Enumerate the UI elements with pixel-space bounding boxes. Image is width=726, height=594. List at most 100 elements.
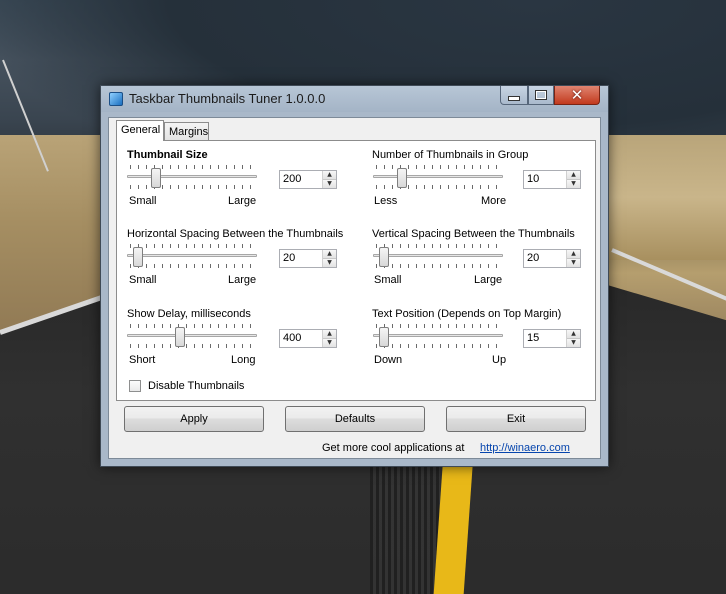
spin-down-icon[interactable]: ▼	[323, 259, 336, 267]
vertical-spacing-slider[interactable]	[373, 244, 503, 268]
thumbnail-size-slider[interactable]	[127, 165, 257, 189]
text-position-label: Text Position (Depends on Top Margin)	[372, 308, 562, 320]
slider-thumb[interactable]	[379, 327, 389, 347]
vertical-spacing-label: Vertical Spacing Between the Thumbnails	[372, 228, 575, 240]
spin-up-icon[interactable]: ▲	[323, 250, 336, 259]
spin-down-icon[interactable]: ▼	[323, 339, 336, 347]
thumbnails-in-group-slider[interactable]	[373, 165, 503, 189]
apply-button[interactable]: Apply	[124, 406, 264, 432]
show-delay-max-label: Long	[231, 354, 256, 366]
show-delay-spinbox[interactable]: 400 ▲ ▼	[279, 329, 337, 348]
vertical-spacing-min-label: Small	[374, 274, 402, 286]
slider-thumb[interactable]	[397, 168, 407, 188]
horizontal-spacing-min-label: Small	[129, 274, 157, 286]
slider-track	[127, 175, 257, 178]
thumbnails-in-group-label: Number of Thumbnails in Group	[372, 149, 529, 161]
text-position-value[interactable]: 15	[527, 332, 539, 344]
slider-track	[373, 175, 503, 178]
horizontal-spacing-spinbox[interactable]: 20 ▲ ▼	[279, 249, 337, 268]
horizontal-spacing-slider[interactable]	[127, 244, 257, 268]
thumbnails-in-group-value[interactable]: 10	[527, 173, 539, 185]
spin-up-icon[interactable]: ▲	[567, 171, 580, 180]
thumbnail-size-label: Thumbnail Size	[127, 149, 208, 161]
text-position-max-label: Up	[492, 354, 507, 366]
slider-thumb[interactable]	[133, 247, 143, 267]
vertical-spacing-spinbox[interactable]: 20 ▲ ▼	[523, 249, 581, 268]
spin-down-icon[interactable]: ▼	[323, 180, 336, 188]
show-delay-value[interactable]: 400	[283, 332, 301, 344]
spin-down-icon[interactable]: ▼	[567, 180, 580, 188]
slider-ticks-top	[376, 324, 500, 328]
spin-down-icon[interactable]: ▼	[567, 259, 580, 267]
minimize-button[interactable]	[500, 86, 528, 105]
defaults-button[interactable]: Defaults	[285, 406, 425, 432]
slider-ticks-bottom	[130, 344, 254, 348]
road-tire-marks	[370, 462, 440, 594]
disable-thumbnails-label[interactable]: Disable Thumbnails	[148, 380, 244, 392]
window-title: Taskbar Thumbnails Tuner 1.0.0.0	[129, 91, 326, 106]
spin-buttons: ▲ ▼	[322, 171, 336, 188]
text-position-slider[interactable]	[373, 324, 503, 348]
tab-margins[interactable]: Margins	[164, 122, 209, 141]
slider-ticks-bottom	[376, 264, 500, 268]
maximize-button[interactable]	[528, 86, 554, 105]
close-icon: ✕	[570, 85, 584, 104]
thumbnails-in-group-max-label: More	[481, 195, 507, 207]
spin-up-icon[interactable]: ▲	[323, 330, 336, 339]
slider-thumb[interactable]	[379, 247, 389, 267]
slider-ticks-top	[130, 324, 254, 328]
slider-ticks-bottom	[376, 185, 500, 189]
slider-ticks-top	[376, 165, 500, 169]
slider-track	[373, 254, 503, 257]
thumbnail-size-min-label: Small	[129, 195, 157, 207]
vertical-spacing-value[interactable]: 20	[527, 252, 539, 264]
thumbnail-size-value[interactable]: 200	[283, 173, 301, 185]
exit-button[interactable]: Exit	[446, 406, 586, 432]
slider-ticks-bottom	[376, 344, 500, 348]
thumbnails-in-group-min-label: Less	[374, 195, 398, 207]
slider-track	[127, 334, 257, 337]
tab-panel-general: Thumbnail Size Small Large 200 ▲ ▼ Numbe…	[116, 140, 596, 401]
slider-ticks-bottom	[130, 264, 254, 268]
slider-thumb[interactable]	[151, 168, 161, 188]
horizontal-spacing-max-label: Large	[228, 274, 257, 286]
spin-buttons: ▲ ▼	[566, 250, 580, 267]
footer-text: Get more cool applications at	[322, 442, 465, 454]
spin-buttons: ▲ ▼	[322, 250, 336, 267]
tab-general[interactable]: General	[116, 120, 164, 141]
minimize-icon	[508, 95, 520, 101]
thumbnail-size-max-label: Large	[228, 195, 257, 207]
app-icon	[109, 92, 123, 106]
maximize-icon	[535, 90, 547, 100]
wallpaper-field-right	[605, 135, 726, 260]
thumbnails-in-group-spinbox[interactable]: 10 ▲ ▼	[523, 170, 581, 189]
thumbnail-size-spinbox[interactable]: 200 ▲ ▼	[279, 170, 337, 189]
text-position-min-label: Down	[374, 354, 403, 366]
title-bar[interactable]: Taskbar Thumbnails Tuner 1.0.0.0 ✕	[101, 86, 608, 112]
slider-track	[127, 254, 257, 257]
slider-ticks-bottom	[130, 185, 254, 189]
show-delay-label: Show Delay, milliseconds	[127, 308, 251, 320]
spin-up-icon[interactable]: ▲	[567, 250, 580, 259]
slider-ticks-top	[130, 165, 254, 169]
show-delay-min-label: Short	[129, 354, 156, 366]
winaero-link[interactable]: http://winaero.com	[480, 442, 570, 454]
slider-track	[373, 334, 503, 337]
window-client-area: General Margins Thumbnail Size Small Lar…	[108, 117, 601, 459]
show-delay-slider[interactable]	[127, 324, 257, 348]
slider-ticks-top	[376, 244, 500, 248]
spin-buttons: ▲ ▼	[566, 330, 580, 347]
horizontal-spacing-label: Horizontal Spacing Between the Thumbnail…	[127, 228, 344, 240]
spin-up-icon[interactable]: ▲	[567, 330, 580, 339]
spin-buttons: ▲ ▼	[322, 330, 336, 347]
close-button[interactable]: ✕	[554, 86, 600, 105]
spin-down-icon[interactable]: ▼	[567, 339, 580, 347]
slider-ticks-top	[130, 244, 254, 248]
horizontal-spacing-value[interactable]: 20	[283, 252, 295, 264]
disable-thumbnails-checkbox[interactable]	[129, 380, 141, 392]
text-position-spinbox[interactable]: 15 ▲ ▼	[523, 329, 581, 348]
spin-up-icon[interactable]: ▲	[323, 171, 336, 180]
vertical-spacing-max-label: Large	[474, 274, 503, 286]
slider-thumb[interactable]	[175, 327, 185, 347]
app-window: Taskbar Thumbnails Tuner 1.0.0.0 ✕ Gener…	[100, 85, 609, 467]
